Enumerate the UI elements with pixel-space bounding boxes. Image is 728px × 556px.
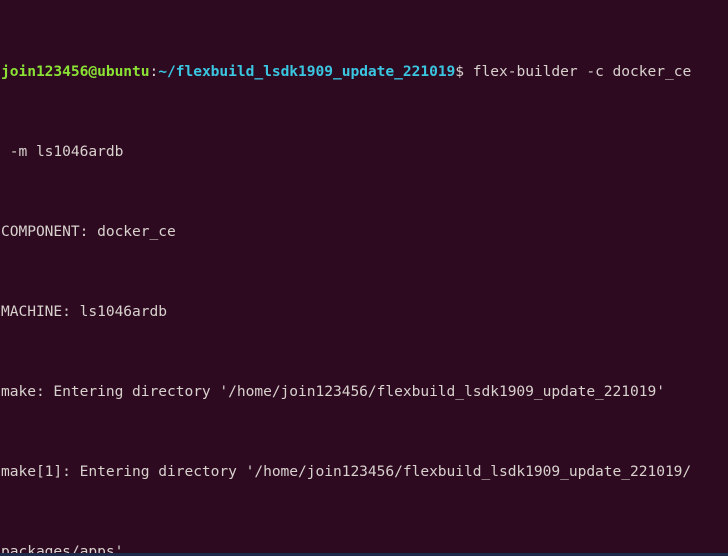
terminal-line-component: COMPONENT: docker_ce xyxy=(0,222,728,242)
terminal-line-command-wrap: -m ls1046ardb xyxy=(0,142,728,162)
output-make1-entering-wrapped: packages/apps' xyxy=(1,543,124,556)
prompt-user-host: join123456@ubuntu xyxy=(1,63,150,80)
prompt-separator: : xyxy=(149,63,159,80)
terminal-screen[interactable]: join123456@ubuntu:~/flexbuild_lsdk1909_u… xyxy=(0,2,728,556)
terminal-window[interactable]: join123456@ubuntu:~/flexbuild_lsdk1909_u… xyxy=(0,0,728,556)
terminal-line-make-entering: make: Entering directory '/home/join1234… xyxy=(0,382,728,402)
terminal-line-prompt-1: join123456@ubuntu:~/flexbuild_lsdk1909_u… xyxy=(0,62,728,82)
output-make-entering: make: Entering directory '/home/join1234… xyxy=(1,383,665,400)
prompt-sigil: $ xyxy=(455,63,465,80)
prompt-path: ~/flexbuild_lsdk1909_update_221019 xyxy=(158,63,456,80)
terminal-line-make1-entering-wrap: packages/apps' xyxy=(0,542,728,556)
command-flex-builder-wrapped: -m ls1046ardb xyxy=(1,143,124,160)
terminal-line-make1-entering: make[1]: Entering directory '/home/join1… xyxy=(0,462,728,482)
output-machine: MACHINE: ls1046ardb xyxy=(1,303,167,320)
output-component: COMPONENT: docker_ce xyxy=(1,223,176,240)
terminal-line-machine: MACHINE: ls1046ardb xyxy=(0,302,728,322)
command-flex-builder: flex-builder -c docker_ce xyxy=(464,63,692,80)
output-make1-entering: make[1]: Entering directory '/home/join1… xyxy=(1,463,692,480)
